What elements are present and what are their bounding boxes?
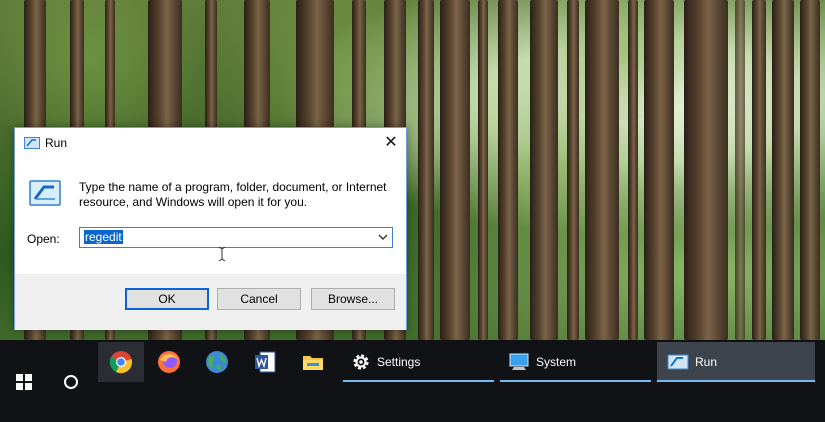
taskbar-globe[interactable] (194, 342, 240, 382)
run-icon (667, 354, 689, 370)
text-cursor-icon (218, 246, 226, 262)
dialog-title: Run (45, 136, 68, 150)
browse-button[interactable]: Browse... (311, 288, 395, 310)
taskbar-file-explorer[interactable] (290, 342, 336, 382)
active-indicator (343, 380, 494, 382)
taskbar-window-label: System (536, 355, 577, 369)
close-button[interactable]: ✕ (376, 128, 406, 158)
run-icon (24, 137, 40, 149)
dialog-body: Type the name of a program, folder, docu… (15, 158, 406, 274)
open-input[interactable]: regedit (84, 230, 123, 244)
taskbar-window-label: Run (695, 355, 718, 369)
active-indicator (500, 380, 651, 382)
word-icon (255, 351, 276, 373)
open-label: Open: (27, 232, 60, 246)
gear-icon (353, 354, 369, 370)
active-indicator (657, 380, 815, 382)
globe-icon (206, 351, 228, 373)
search-button[interactable] (48, 354, 94, 408)
dialog-titlebar[interactable]: Run ✕ (15, 128, 406, 158)
taskbar: Settings System Run (0, 340, 825, 422)
computer-icon (509, 353, 529, 370)
taskbar-window-system[interactable]: System (500, 342, 651, 382)
taskbar-window-settings[interactable]: Settings (343, 342, 494, 382)
chrome-icon (109, 351, 132, 374)
start-button[interactable] (0, 354, 46, 408)
taskbar-window-run[interactable]: Run (657, 342, 815, 382)
taskbar-firefox[interactable] (146, 342, 192, 382)
run-dialog: Run ✕ Type the name of a program, folder… (14, 127, 407, 330)
windows-logo-icon (16, 374, 32, 390)
dialog-description: Type the name of a program, folder, docu… (79, 180, 387, 209)
taskbar-window-label: Settings (377, 355, 421, 369)
taskbar-word[interactable] (242, 342, 288, 382)
close-icon: ✕ (384, 134, 398, 151)
open-combobox[interactable]: regedit (79, 227, 393, 248)
firefox-icon (158, 351, 180, 373)
taskbar-chrome[interactable] (98, 342, 144, 382)
cortana-icon (64, 375, 78, 389)
cancel-button[interactable]: Cancel (217, 288, 301, 310)
file-explorer-icon (303, 356, 323, 370)
chevron-down-icon[interactable] (377, 231, 389, 243)
ok-button[interactable]: OK (125, 288, 209, 310)
dialog-footer: OK Cancel Browse... (15, 274, 406, 330)
run-icon (29, 180, 61, 206)
